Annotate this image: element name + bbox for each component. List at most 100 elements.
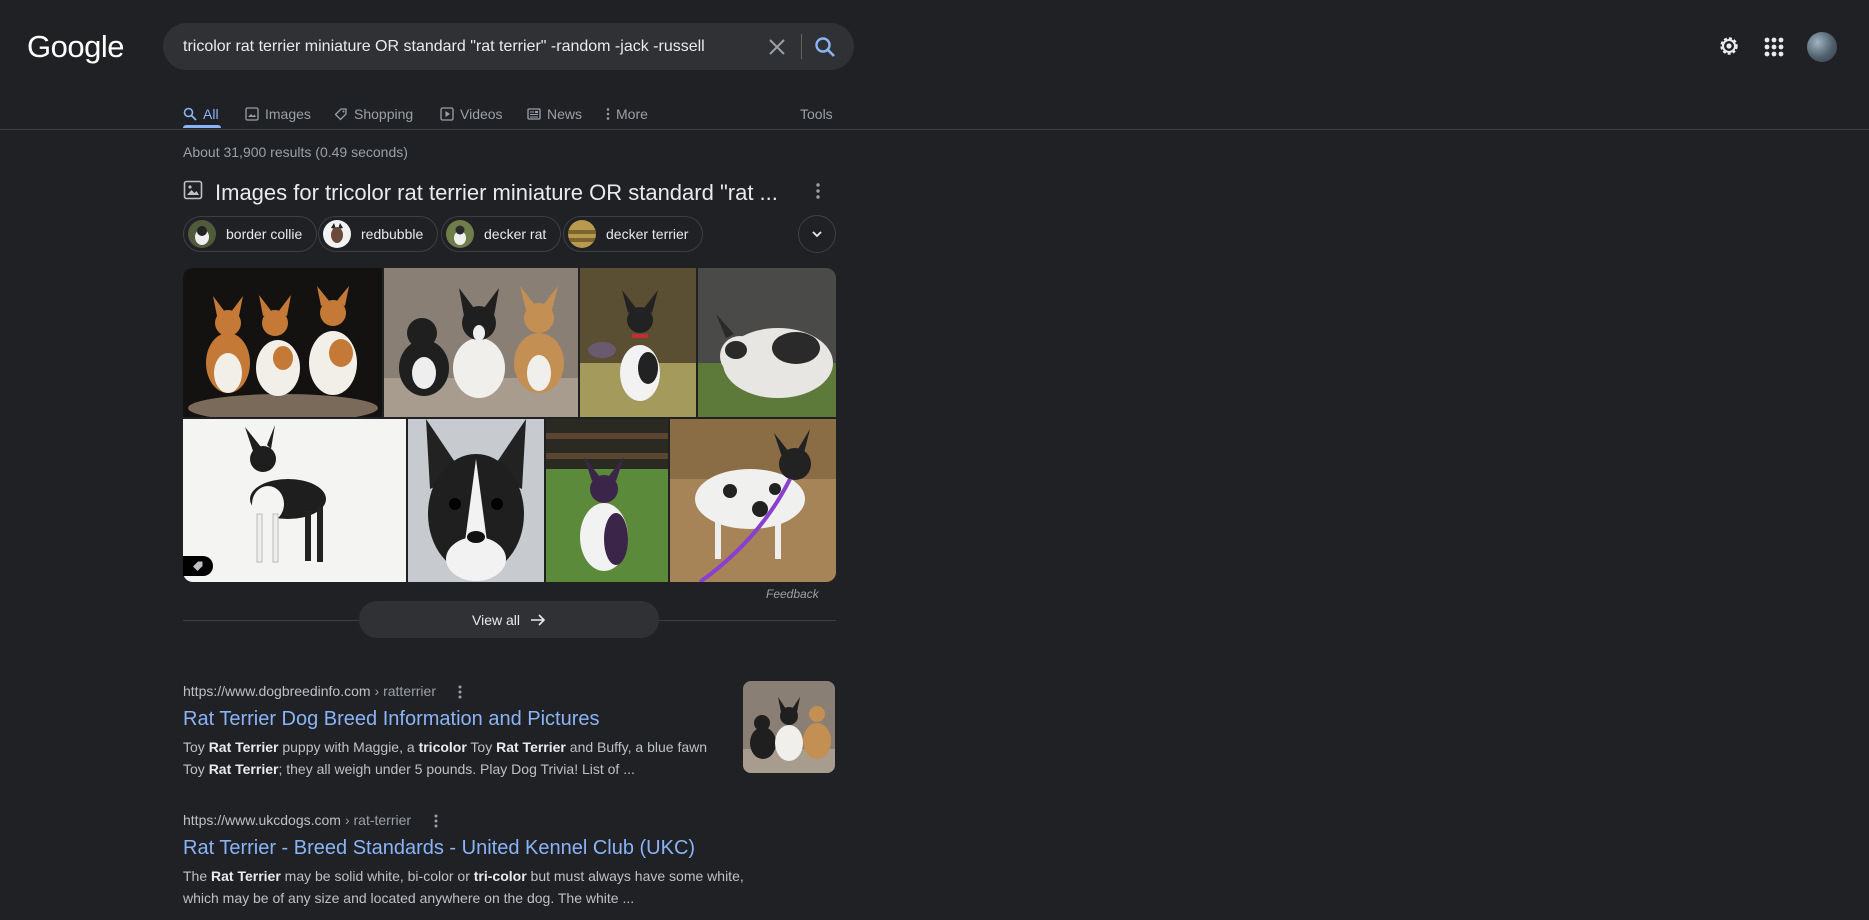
- snippet-text: puppy with Maggie, a: [278, 739, 419, 755]
- image-grid: [183, 268, 836, 582]
- image-result[interactable]: [384, 268, 578, 417]
- product-tag-badge: [183, 556, 213, 576]
- tab-label: Videos: [460, 106, 503, 122]
- tab-label: All: [203, 106, 219, 122]
- search-input[interactable]: [183, 23, 753, 70]
- search-divider: [801, 34, 802, 59]
- dog-photo: [698, 268, 836, 417]
- snippet-highlight: Rat Terrier: [208, 739, 279, 755]
- search-icon: [183, 107, 197, 121]
- tab-images[interactable]: Images: [245, 99, 311, 129]
- dog-photo: [408, 419, 544, 582]
- view-all-button[interactable]: View all: [359, 601, 659, 638]
- image-icon: [245, 107, 259, 121]
- dog-photo: [384, 268, 578, 417]
- snippet-highlight: tricolor: [418, 739, 467, 755]
- tab-shopping[interactable]: Shopping: [334, 99, 413, 129]
- tab-label: Images: [265, 106, 311, 122]
- result-menu-button[interactable]: [452, 683, 468, 701]
- result-breadcrumb: › rat-terrier: [344, 812, 412, 828]
- tools-button[interactable]: Tools: [800, 99, 833, 129]
- chip-label: redbubble: [361, 226, 424, 242]
- dog-photo: [183, 268, 382, 417]
- search-icon: [815, 37, 835, 57]
- more-vert-icon: [816, 183, 820, 199]
- chip-border-collie[interactable]: border collie: [183, 216, 318, 252]
- snippet-text: may be solid white, bi-color or: [280, 868, 474, 884]
- feedback-link[interactable]: Feedback: [766, 587, 819, 601]
- tab-label: News: [547, 106, 583, 122]
- more-vert-icon: [458, 685, 462, 699]
- clear-search-button[interactable]: [760, 35, 794, 59]
- header-divider: [0, 129, 1869, 130]
- image-icon: [183, 180, 203, 200]
- snippet-highlight: Rat Terrier: [496, 739, 566, 755]
- search-box[interactable]: [163, 23, 854, 70]
- arrow-right-icon: [531, 613, 546, 626]
- image-result[interactable]: [183, 268, 382, 417]
- result-breadcrumb: › ratterrier: [374, 683, 436, 699]
- active-tab-indicator: [183, 125, 221, 128]
- tab-videos[interactable]: Videos: [440, 99, 503, 129]
- result-title[interactable]: Rat Terrier - Breed Standards - United K…: [183, 837, 695, 860]
- chip-thumbnail: [568, 220, 596, 248]
- images-heading[interactable]: Images for tricolor rat terrier miniatur…: [215, 180, 778, 206]
- result-stats: About 31,900 results (0.49 seconds): [183, 144, 408, 160]
- snippet-text: Toy: [466, 739, 497, 755]
- result-thumbnail[interactable]: [743, 681, 835, 773]
- play-icon: [440, 107, 454, 121]
- result-domain: https://www.ukcdogs.com: [183, 812, 341, 828]
- more-vert-icon: [434, 814, 438, 828]
- result-snippet: Toy Rat Terrier puppy with Maggie, a tri…: [183, 736, 723, 780]
- tag-icon: [334, 108, 347, 121]
- settings-button[interactable]: [1716, 33, 1742, 59]
- chip-thumbnail: [323, 220, 351, 248]
- result-domain: https://www.dogbreedinfo.com: [183, 683, 371, 699]
- image-result[interactable]: [546, 419, 668, 582]
- chip-decker-terrier[interactable]: decker terrier: [563, 216, 704, 252]
- dog-photo: [580, 268, 696, 417]
- result-title[interactable]: Rat Terrier Dog Breed Information and Pi…: [183, 708, 600, 731]
- google-logo[interactable]: Google: [27, 29, 124, 65]
- snippet-highlight: Rat Terrier: [211, 868, 281, 884]
- dog-photo: [546, 419, 668, 582]
- gear-icon: [1720, 37, 1738, 55]
- chip-decker-rat[interactable]: decker rat: [441, 216, 562, 252]
- image-result[interactable]: [408, 419, 544, 582]
- result-url[interactable]: https://www.ukcdogs.com › rat-terrier: [183, 812, 411, 828]
- image-result[interactable]: [580, 268, 696, 417]
- view-all-label: View all: [472, 611, 520, 628]
- image-result[interactable]: [698, 268, 836, 417]
- expand-chips-button[interactable]: [798, 215, 836, 253]
- newspaper-icon: [527, 108, 541, 120]
- tab-more[interactable]: More: [606, 99, 648, 129]
- tab-news[interactable]: News: [527, 99, 582, 129]
- snippet-highlight: tri-color: [473, 868, 527, 884]
- chip-thumbnail: [446, 220, 474, 248]
- account-avatar[interactable]: [1807, 32, 1837, 62]
- snippet-highlight: Rat Terrier: [208, 761, 279, 777]
- close-icon: [769, 39, 785, 55]
- more-vert-icon: [606, 108, 610, 120]
- snippet-text: Toy: [183, 739, 209, 755]
- chip-redbubble[interactable]: redbubble: [318, 216, 439, 252]
- search-button[interactable]: [810, 33, 840, 61]
- google-apps-button[interactable]: [1763, 36, 1785, 58]
- images-menu-button[interactable]: [808, 180, 828, 202]
- result-url[interactable]: https://www.dogbreedinfo.com › ratterrie…: [183, 683, 436, 699]
- search-results-page: Google tricolor rat terrier miniature OR…: [0, 0, 1869, 920]
- chip-label: border collie: [226, 226, 303, 242]
- chevron-down-icon: [812, 231, 822, 238]
- result-snippet: The Rat Terrier may be solid white, bi-c…: [183, 865, 763, 909]
- image-result[interactable]: [670, 419, 836, 582]
- tab-label: Shopping: [354, 106, 414, 122]
- dog-photo: [670, 419, 836, 582]
- apps-grid-icon: [1764, 37, 1784, 57]
- snippet-text: The: [183, 868, 212, 884]
- image-result[interactable]: [183, 419, 406, 582]
- chip-label: decker rat: [484, 226, 547, 242]
- result-menu-button[interactable]: [428, 812, 444, 830]
- tag-icon: [193, 561, 203, 571]
- tab-label: More: [616, 106, 648, 122]
- chip-thumbnail: [188, 220, 216, 248]
